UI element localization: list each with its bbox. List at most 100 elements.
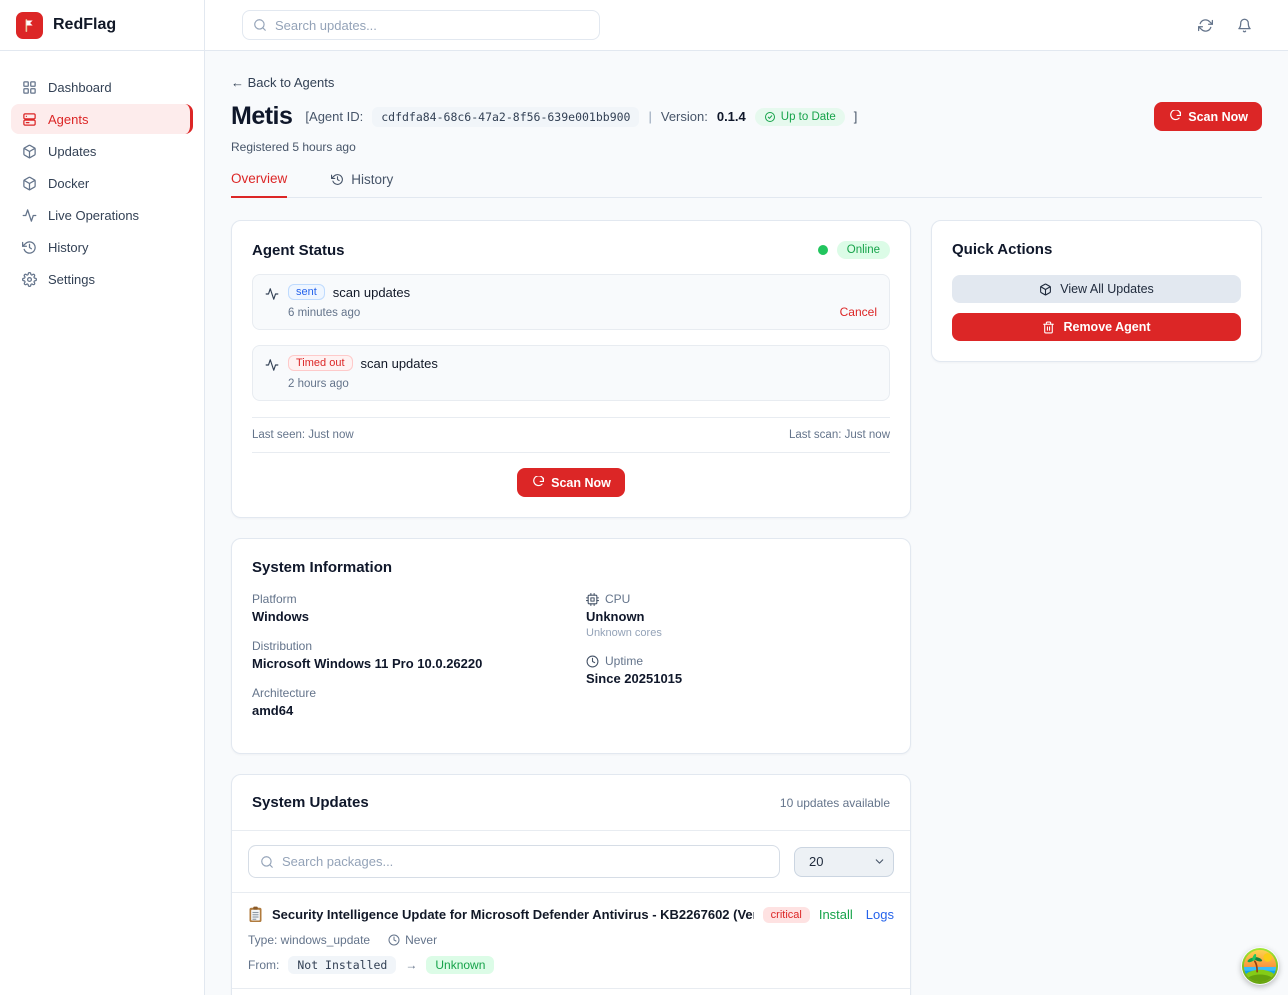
status-badge: Timed out [288, 355, 353, 371]
refresh-icon [1168, 110, 1181, 123]
activity-text: scan updates [361, 356, 438, 371]
platform-value: Windows [252, 609, 556, 624]
logs-link[interactable]: Logs [866, 907, 894, 922]
scan-now-button[interactable]: Scan Now [1154, 102, 1262, 131]
refresh-icon[interactable] [1198, 18, 1213, 33]
arrow-right-icon: → [405, 958, 417, 972]
system-updates-title: System Updates [252, 794, 369, 811]
sidebar-item-label: Agents [48, 112, 88, 127]
from-label: From: [248, 958, 279, 972]
system-updates-card: System Updates 10 updates available 20 [231, 774, 911, 995]
back-to-agents-link[interactable]: ← Back to Agents [231, 75, 1262, 90]
cube-icon [22, 176, 37, 191]
history-clock-icon [22, 240, 37, 255]
global-search[interactable] [242, 10, 600, 40]
search-icon [260, 855, 274, 869]
registered-text: Registered 5 hours ago [231, 140, 1262, 154]
sidebar-item-dashboard[interactable]: Dashboard [11, 72, 193, 102]
update-schedule: Never [405, 933, 437, 947]
activity-icon [265, 287, 279, 319]
package-icon [1039, 283, 1052, 296]
sidebar-item-label: Updates [48, 144, 96, 159]
grid-icon [22, 80, 37, 95]
version-value: 0.1.4 [717, 109, 746, 124]
update-title: Security Intelligence Update for Microso… [272, 907, 754, 922]
up-to-date-badge: Up to Date [755, 108, 845, 126]
tab-history[interactable]: History [331, 171, 393, 197]
check-circle-icon [764, 111, 776, 123]
agent-status-title: Agent Status [252, 242, 345, 259]
topbar [205, 0, 1288, 51]
activity-icon [22, 208, 37, 223]
trash-icon [1042, 321, 1055, 334]
sidebar-nav: Dashboard Agents Updates Docker Live Ope… [0, 51, 204, 294]
server-icon [22, 112, 37, 127]
agent-status-card: Agent Status Online sent scan updates [231, 220, 911, 518]
severity-badge: critical [763, 907, 810, 923]
cancel-link[interactable]: Cancel [840, 305, 877, 319]
sidebar-item-label: Docker [48, 176, 89, 191]
sidebar-item-updates[interactable]: Updates [11, 136, 193, 166]
search-input[interactable] [275, 18, 589, 33]
refresh-icon [531, 476, 544, 489]
uptime-label: Uptime [605, 654, 643, 668]
remove-agent-button[interactable]: Remove Agent [952, 313, 1241, 341]
system-information-title: System Information [252, 559, 890, 576]
package-search-input[interactable] [282, 854, 768, 869]
distribution-label: Distribution [252, 639, 556, 653]
updates-available-count: 10 updates available [780, 796, 890, 810]
scan-now-button[interactable]: Scan Now [517, 468, 625, 497]
island-sticker[interactable] [1241, 947, 1279, 985]
sidebar-item-settings[interactable]: Settings [11, 264, 193, 294]
clock-icon [388, 934, 400, 946]
version-label: Version: [661, 109, 708, 124]
quick-actions-title: Quick Actions [952, 241, 1241, 258]
gear-icon [22, 272, 37, 287]
activity-item: Timed out scan updates 2 hours ago [252, 345, 890, 401]
uptime-value: Since 20251015 [586, 671, 890, 686]
from-version: Not Installed [288, 956, 396, 974]
brand-name: RedFlag [53, 16, 116, 34]
activity-item: sent scan updates 6 minutes ago Cancel [252, 274, 890, 330]
sidebar-item-docker[interactable]: Docker [11, 168, 193, 198]
online-dot [818, 245, 828, 255]
activity-time: 2 hours ago [288, 378, 877, 390]
sidebar-item-label: Dashboard [48, 80, 112, 95]
architecture-label: Architecture [252, 686, 556, 700]
quick-actions-card: Quick Actions View All Updates Remove Ag… [931, 220, 1262, 362]
view-all-updates-button[interactable]: View All Updates [952, 275, 1241, 303]
sidebar: RedFlag Dashboard Agents Updates Docker … [0, 0, 205, 995]
sidebar-item-history[interactable]: History [11, 232, 193, 262]
sidebar-item-agents[interactable]: Agents [11, 104, 193, 134]
agent-id-label: [Agent ID: [305, 109, 363, 124]
cpu-icon [586, 593, 599, 606]
update-type: Type: windows_update [248, 933, 370, 947]
cpu-cores: Unknown cores [586, 627, 890, 639]
to-version: Unknown [426, 956, 494, 974]
agent-id-value: cdfdfa84-68c6-47a2-8f56-639e001bb900 [372, 107, 639, 127]
package-search[interactable] [248, 845, 780, 878]
separator: | [648, 109, 651, 124]
platform-label: Platform [252, 592, 556, 606]
architecture-value: amd64 [252, 703, 556, 718]
system-information-card: System Information Platform Windows Dist… [231, 538, 911, 754]
clipboard-icon [248, 906, 263, 923]
cpu-label: CPU [605, 592, 630, 606]
last-seen-text: Last seen: Just now [252, 429, 354, 441]
activity-icon [265, 358, 279, 390]
page-content: ← Back to Agents Metis [Agent ID: cdfdfa… [205, 51, 1288, 995]
page-size-select[interactable]: 20 [794, 847, 894, 877]
brand: RedFlag [0, 0, 204, 51]
clock-icon [586, 655, 599, 668]
tab-overview[interactable]: Overview [231, 171, 287, 198]
update-row: Security Intelligence Update for Microso… [232, 892, 910, 988]
bell-icon[interactable] [1237, 18, 1252, 33]
activity-text: scan updates [333, 285, 410, 300]
status-badge: sent [288, 284, 325, 300]
tab-bar: Overview History [231, 171, 1262, 198]
sidebar-item-live-operations[interactable]: Live Operations [11, 200, 193, 230]
page-title: Metis [231, 102, 292, 131]
sidebar-item-label: Settings [48, 272, 95, 287]
install-link[interactable]: Install [819, 907, 853, 922]
redflag-logo-icon [16, 12, 43, 39]
